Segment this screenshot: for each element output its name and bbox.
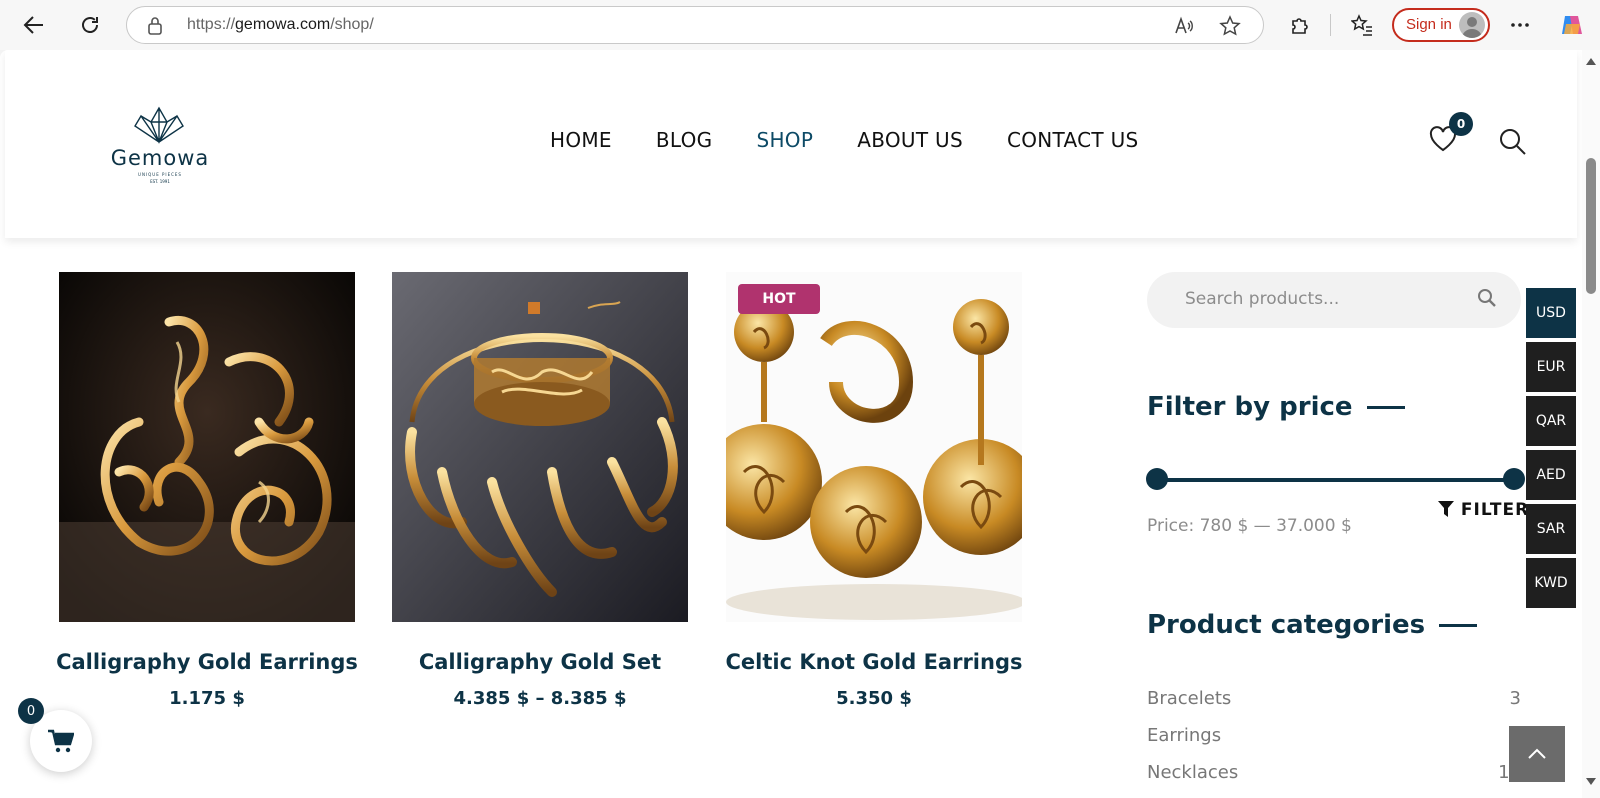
sign-in-button[interactable]: Sign in [1392,8,1490,42]
product-card[interactable]: HOT Celtic Knot Gold Earrings 5.350 $ [726,272,1022,709]
price-slider-track[interactable] [1156,478,1514,482]
category-item[interactable]: Earrings [1147,725,1521,746]
page-scrollbar[interactable] [1582,50,1600,798]
category-item[interactable]: Bracelets 3 [1147,688,1521,709]
celtic-earrings-image [726,272,1022,622]
categories-title: Product categories [1147,610,1478,640]
filter-title: Filter by price [1147,392,1405,422]
cart-count-badge: 0 [18,698,44,724]
search-icon [1500,129,1526,155]
page-viewport: Gemowa UNIQUE PIECES EST. 1991 HOME BLOG… [0,50,1600,798]
main-nav: HOME BLOG SHOP ABOUT US CONTACT US [550,128,1139,152]
floating-cart-button[interactable]: 0 [18,698,92,772]
funnel-icon [1438,501,1454,517]
crystal-logo-icon [134,106,184,144]
copilot-icon [1562,16,1582,34]
category-item[interactable]: Necklaces11 [1147,762,1521,783]
wishlist-button[interactable]: 0 [1429,112,1473,156]
currency-eur[interactable]: EUR [1526,342,1576,392]
nav-blog[interactable]: BLOG [656,128,713,152]
nav-home[interactable]: HOME [550,128,612,152]
product-search[interactable]: Search products... [1147,272,1521,328]
address-bar[interactable]: https://gemowa.com/shop/ [126,6,1264,44]
product-name[interactable]: Celtic Knot Gold Earrings [704,650,1044,674]
nav-shop[interactable]: SHOP [756,128,813,152]
cart-icon [48,729,74,753]
currency-aed[interactable]: AED [1526,450,1576,500]
read-aloud-icon[interactable] [1173,15,1195,37]
currency-sar[interactable]: SAR [1526,504,1576,554]
price-slider-max-handle[interactable] [1503,468,1525,490]
copilot-button[interactable] [1556,9,1588,41]
product-price: 1.175 $ [169,688,245,709]
browser-toolbar: https://gemowa.com/shop/ Sign in [0,0,1600,50]
nav-contact-us[interactable]: CONTACT US [1007,128,1139,152]
product-card[interactable]: Calligraphy Gold Set 4.385 $ – 8.385 $ [392,272,688,709]
wishlist-count-badge: 0 [1449,112,1473,136]
lock-icon[interactable] [147,16,163,36]
refresh-icon [82,17,98,33]
product-name[interactable]: Calligraphy Gold Earrings [37,650,377,674]
chevron-up-icon [1528,748,1546,759]
more-dots-icon [1511,23,1529,27]
favorites-button[interactable] [1346,9,1378,41]
product-price: 5.350 $ [836,688,912,709]
refresh-button[interactable] [74,9,106,41]
currency-kwd[interactable]: KWD [1526,558,1576,608]
hot-badge: HOT [738,284,820,314]
currency-qar[interactable]: QAR [1526,396,1576,446]
currency-usd[interactable]: USD [1526,288,1576,338]
toolbar-divider [1330,14,1331,36]
scrollbar-thumb[interactable] [1586,158,1596,294]
product-image[interactable] [392,272,688,622]
puzzle-icon [1292,18,1308,34]
favorites-list-icon [1351,14,1372,36]
product-image[interactable] [59,272,355,622]
scroll-up-arrow[interactable] [1586,58,1596,65]
back-button[interactable] [18,9,50,41]
site-header: Gemowa UNIQUE PIECES EST. 1991 HOME BLOG… [5,50,1577,238]
extensions-button[interactable] [1284,9,1316,41]
url-text[interactable]: https://gemowa.com/shop/ [187,16,374,34]
header-search-button[interactable] [1499,128,1527,160]
back-arrow-icon [23,16,43,34]
price-slider-min-handle[interactable] [1146,468,1168,490]
product-card[interactable]: Calligraphy Gold Earrings 1.175 $ [56,272,358,709]
filter-button[interactable]: FILTER [1438,500,1529,520]
product-price: 4.385 $ – 8.385 $ [453,688,627,709]
price-range-label: Price: 780 $ — 37.000 $ [1147,516,1352,536]
avatar [1459,12,1485,38]
calligraphy-set-image [392,272,688,622]
person-icon [1462,17,1482,38]
favorite-star-icon[interactable] [1219,15,1241,37]
calligraphy-earrings-image [59,272,355,622]
more-menu-button[interactable] [1504,9,1536,41]
site-logo[interactable]: Gemowa UNIQUE PIECES EST. 1991 [95,106,225,186]
product-name[interactable]: Calligraphy Gold Set [370,650,710,674]
nav-about-us[interactable]: ABOUT US [857,128,963,152]
search-input[interactable]: Search products... [1185,289,1339,309]
scroll-down-arrow[interactable] [1586,778,1596,785]
back-to-top-button[interactable] [1509,726,1565,782]
search-icon[interactable] [1477,288,1497,308]
product-image[interactable]: HOT [726,272,1022,622]
